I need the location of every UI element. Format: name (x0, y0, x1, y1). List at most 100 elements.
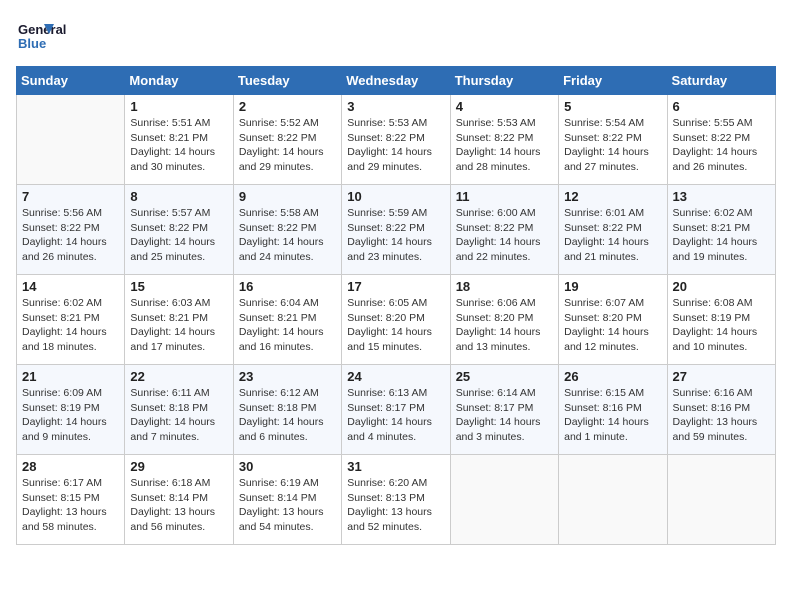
calendar-cell: 21 Sunrise: 6:09 AMSunset: 8:19 PMDayligh… (17, 365, 125, 455)
day-info: Sunrise: 5:51 AMSunset: 8:21 PMDaylight:… (130, 116, 227, 175)
day-info: Sunrise: 6:02 AMSunset: 8:21 PMDaylight:… (22, 296, 119, 355)
day-info: Sunrise: 6:15 AMSunset: 8:16 PMDaylight:… (564, 386, 661, 445)
day-number: 14 (22, 279, 119, 294)
day-number: 4 (456, 99, 553, 114)
day-info: Sunrise: 5:55 AMSunset: 8:22 PMDaylight:… (673, 116, 770, 175)
calendar-cell: 1Sunrise: 5:51 AMSunset: 8:21 PMDaylight… (125, 95, 233, 185)
calendar-cell: 29Sunrise: 6:18 AMSunset: 8:14 PMDayligh… (125, 455, 233, 545)
calendar-cell: 12Sunrise: 6:01 AMSunset: 8:22 PMDayligh… (559, 185, 667, 275)
calendar-cell: 16 Sunrise: 6:04 AMSunset: 8:21 PMDayligh… (233, 275, 341, 365)
calendar-cell: 3 Sunrise: 5:53 AMSunset: 8:22 PMDaylight… (342, 95, 450, 185)
day-info: Sunrise: 5:53 AMSunset: 8:22 PMDaylight:… (456, 116, 553, 175)
day-info: Sunrise: 5:58 AMSunset: 8:22 PMDaylight:… (239, 206, 336, 265)
calendar-week-row: 7 Sunrise: 5:56 AMSunset: 8:22 PMDaylight… (17, 185, 776, 275)
calendar-cell: 6Sunrise: 5:55 AMSunset: 8:22 PMDaylight… (667, 95, 775, 185)
day-info: Sunrise: 6:02 AMSunset: 8:21 PMDaylight:… (673, 206, 770, 265)
calendar-cell: 27 Sunrise: 6:16 AMSunset: 8:16 PMDayligh… (667, 365, 775, 455)
day-number: 8 (130, 189, 227, 204)
day-number: 20 (673, 279, 770, 294)
day-info: Sunrise: 6:06 AMSunset: 8:20 PMDaylight:… (456, 296, 553, 355)
header-row: SundayMondayTuesdayWednesdayThursdayFrid… (17, 67, 776, 95)
calendar-cell (667, 455, 775, 545)
calendar-cell: 19 Sunrise: 6:07 AMSunset: 8:20 PMDayligh… (559, 275, 667, 365)
day-info: Sunrise: 5:56 AMSunset: 8:22 PMDaylight:… (22, 206, 119, 265)
day-number: 11 (456, 189, 553, 204)
calendar-cell: 25 Sunrise: 6:14 AMSunset: 8:17 PMDayligh… (450, 365, 558, 455)
day-info: Sunrise: 6:14 AMSunset: 8:17 PMDaylight:… (456, 386, 553, 445)
day-number: 31 (347, 459, 444, 474)
calendar-cell: 5Sunrise: 5:54 AMSunset: 8:22 PMDaylight… (559, 95, 667, 185)
day-number: 30 (239, 459, 336, 474)
calendar-cell: 10Sunrise: 5:59 AMSunset: 8:22 PMDayligh… (342, 185, 450, 275)
calendar-cell: 18 Sunrise: 6:06 AMSunset: 8:20 PMDayligh… (450, 275, 558, 365)
day-number: 27 (673, 369, 770, 384)
day-number: 5 (564, 99, 661, 114)
day-number: 26 (564, 369, 661, 384)
day-info: Sunrise: 6:16 AMSunset: 8:16 PMDaylight:… (673, 386, 770, 445)
day-info: Sunrise: 6:09 AMSunset: 8:19 PMDaylight:… (22, 386, 119, 445)
calendar-table: SundayMondayTuesdayWednesdayThursdayFrid… (16, 66, 776, 545)
calendar-cell: 2 Sunrise: 5:52 AMSunset: 8:22 PMDaylight… (233, 95, 341, 185)
day-number: 17 (347, 279, 444, 294)
day-number: 2 (239, 99, 336, 114)
calendar-cell: 17 Sunrise: 6:05 AMSunset: 8:20 PMDayligh… (342, 275, 450, 365)
day-info: Sunrise: 5:53 AMSunset: 8:22 PMDaylight:… (347, 116, 444, 175)
day-number: 21 (22, 369, 119, 384)
calendar-cell: 8Sunrise: 5:57 AMSunset: 8:22 PMDaylight… (125, 185, 233, 275)
day-info: Sunrise: 6:13 AMSunset: 8:17 PMDaylight:… (347, 386, 444, 445)
day-info: Sunrise: 6:20 AMSunset: 8:13 PMDaylight:… (347, 476, 444, 535)
header: General Blue (16, 16, 776, 56)
day-info: Sunrise: 6:18 AMSunset: 8:14 PMDaylight:… (130, 476, 227, 535)
day-info: Sunrise: 6:05 AMSunset: 8:20 PMDaylight:… (347, 296, 444, 355)
day-info: Sunrise: 6:00 AMSunset: 8:22 PMDaylight:… (456, 206, 553, 265)
day-info: Sunrise: 6:08 AMSunset: 8:19 PMDaylight:… (673, 296, 770, 355)
day-info: Sunrise: 6:12 AMSunset: 8:18 PMDaylight:… (239, 386, 336, 445)
calendar-week-row: 21 Sunrise: 6:09 AMSunset: 8:19 PMDayligh… (17, 365, 776, 455)
calendar-week-row: 1Sunrise: 5:51 AMSunset: 8:21 PMDaylight… (17, 95, 776, 185)
day-info: Sunrise: 6:17 AMSunset: 8:15 PMDaylight:… (22, 476, 119, 535)
day-number: 24 (347, 369, 444, 384)
calendar-cell: 28 Sunrise: 6:17 AMSunset: 8:15 PMDayligh… (17, 455, 125, 545)
svg-text:General: General (18, 22, 66, 37)
calendar-cell: 23 Sunrise: 6:12 AMSunset: 8:18 PMDayligh… (233, 365, 341, 455)
day-number: 23 (239, 369, 336, 384)
day-info: Sunrise: 5:59 AMSunset: 8:22 PMDaylight:… (347, 206, 444, 265)
calendar-cell: 15 Sunrise: 6:03 AMSunset: 8:21 PMDayligh… (125, 275, 233, 365)
calendar-cell (450, 455, 558, 545)
day-number: 18 (456, 279, 553, 294)
calendar-cell: 30 Sunrise: 6:19 AMSunset: 8:14 PMDayligh… (233, 455, 341, 545)
day-info: Sunrise: 5:52 AMSunset: 8:22 PMDaylight:… (239, 116, 336, 175)
calendar-cell: 7 Sunrise: 5:56 AMSunset: 8:22 PMDaylight… (17, 185, 125, 275)
day-info: Sunrise: 6:11 AMSunset: 8:18 PMDaylight:… (130, 386, 227, 445)
svg-text:Blue: Blue (18, 36, 46, 51)
day-number: 12 (564, 189, 661, 204)
calendar-cell: 26 Sunrise: 6:15 AMSunset: 8:16 PMDayligh… (559, 365, 667, 455)
calendar-cell: 13Sunrise: 6:02 AMSunset: 8:21 PMDayligh… (667, 185, 775, 275)
logo: General Blue (16, 16, 86, 56)
calendar-cell: 11 Sunrise: 6:00 AMSunset: 8:22 PMDayligh… (450, 185, 558, 275)
calendar-cell: 4 Sunrise: 5:53 AMSunset: 8:22 PMDaylight… (450, 95, 558, 185)
day-info: Sunrise: 6:04 AMSunset: 8:21 PMDaylight:… (239, 296, 336, 355)
weekday-header: Saturday (667, 67, 775, 95)
day-number: 3 (347, 99, 444, 114)
weekday-header: Sunday (17, 67, 125, 95)
calendar-week-row: 28 Sunrise: 6:17 AMSunset: 8:15 PMDayligh… (17, 455, 776, 545)
calendar-cell (17, 95, 125, 185)
calendar-cell: 20 Sunrise: 6:08 AMSunset: 8:19 PMDayligh… (667, 275, 775, 365)
day-info: Sunrise: 6:19 AMSunset: 8:14 PMDaylight:… (239, 476, 336, 535)
day-number: 28 (22, 459, 119, 474)
calendar-cell: 22Sunrise: 6:11 AMSunset: 8:18 PMDayligh… (125, 365, 233, 455)
calendar-week-row: 14 Sunrise: 6:02 AMSunset: 8:21 PMDayligh… (17, 275, 776, 365)
day-number: 25 (456, 369, 553, 384)
calendar-cell: 31 Sunrise: 6:20 AMSunset: 8:13 PMDayligh… (342, 455, 450, 545)
day-number: 16 (239, 279, 336, 294)
day-number: 9 (239, 189, 336, 204)
calendar-cell: 14 Sunrise: 6:02 AMSunset: 8:21 PMDayligh… (17, 275, 125, 365)
day-info: Sunrise: 6:07 AMSunset: 8:20 PMDaylight:… (564, 296, 661, 355)
day-number: 15 (130, 279, 227, 294)
calendar-cell: 9 Sunrise: 5:58 AMSunset: 8:22 PMDaylight… (233, 185, 341, 275)
day-info: Sunrise: 6:03 AMSunset: 8:21 PMDaylight:… (130, 296, 227, 355)
day-number: 19 (564, 279, 661, 294)
logo-icon: General Blue (16, 16, 86, 56)
day-number: 7 (22, 189, 119, 204)
